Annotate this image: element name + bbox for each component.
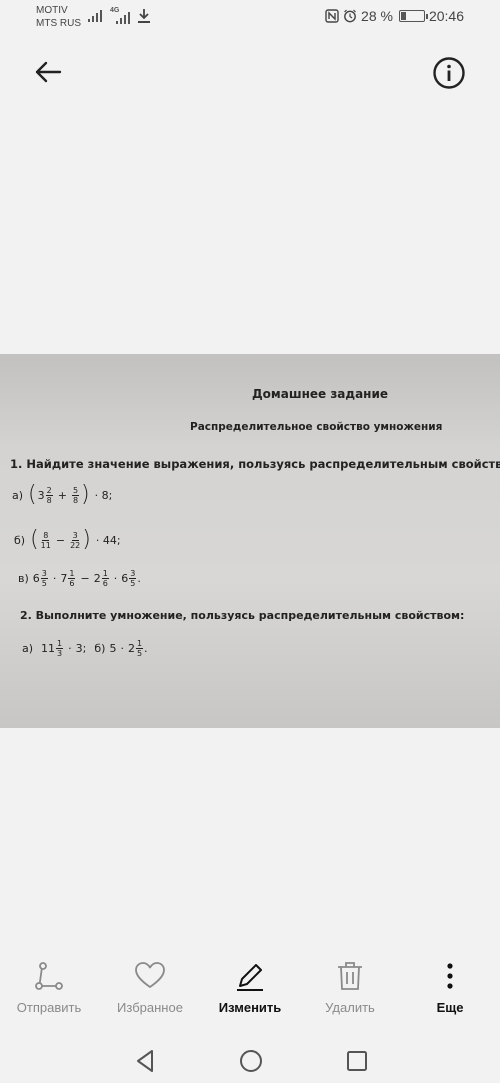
signal-icon [116, 12, 130, 24]
carrier-info: MOTIV MTS RUS [36, 4, 81, 30]
delete-label: Удалить [325, 1000, 375, 1015]
nav-back-icon[interactable] [130, 1046, 160, 1076]
trash-icon [338, 962, 362, 990]
expr-label: б) [14, 533, 26, 547]
download-icon [138, 9, 150, 23]
expr-label: а) [22, 642, 34, 655]
task-2: 2. Выполните умножение, пользуясь распре… [20, 609, 465, 622]
heart-icon [135, 962, 165, 988]
battery-icon [398, 10, 428, 22]
info-icon[interactable] [432, 56, 466, 90]
expr-label: в) [18, 572, 29, 585]
expr-label: б) [94, 642, 106, 655]
alarm-icon [344, 9, 356, 23]
arrow-left-icon[interactable] [32, 56, 64, 88]
share-label: Отправить [16, 1000, 82, 1015]
expression-1b: б) (8 11 − 3 22) · 44; [14, 527, 121, 552]
nfc-icon [325, 9, 339, 23]
expr-tail: · 8; [94, 488, 113, 502]
carrier-name-2: MTS RUS [36, 18, 81, 29]
doc-title: Домашнее задание [251, 387, 389, 401]
expression-2: а) 11 1 3 · 3; б) 5 · 2 1 5. [22, 639, 148, 658]
more-vertical-icon [447, 963, 453, 989]
expr-tail: · 44; [95, 533, 121, 547]
more-button[interactable]: Еще [405, 960, 495, 1015]
expr-label: а) [12, 488, 24, 502]
action-bar: Отправить Избранное Изменить Удалить Еще [0, 960, 500, 1030]
favorite-button[interactable]: Избранное [105, 960, 195, 1015]
more-label: Еще [436, 1000, 464, 1015]
share-icon [35, 962, 63, 990]
nav-recent-icon[interactable] [342, 1046, 372, 1076]
system-nav-bar [0, 1040, 500, 1083]
signal-icon [88, 10, 102, 22]
battery-percent: 28 % [361, 8, 393, 24]
favorite-label: Избранное [117, 1000, 183, 1015]
doc-subtitle: Распределительное свойство умножения [190, 421, 443, 433]
edit-button[interactable]: Изменить [205, 960, 295, 1015]
delete-button[interactable]: Удалить [305, 960, 395, 1015]
status-right: 28 % 20:46 [325, 8, 464, 24]
share-button[interactable]: Отправить [4, 960, 94, 1015]
carrier-name-1: MOTIV [36, 5, 68, 16]
battery-fill [400, 12, 406, 20]
nav-home-icon[interactable] [236, 1046, 266, 1076]
task-1: 1. Найдите значение выражения, пользуясь… [10, 457, 500, 471]
photo-image: Домашнее задание Распределительное свойс… [0, 354, 500, 728]
expression-1a: а) (3 2 8 + 5 8) · 8; [12, 482, 113, 507]
edit-label: Изменить [218, 1000, 282, 1015]
status-bar: MOTIV MTS RUS 4G 28 % 20:46 [0, 0, 500, 34]
pencil-icon [237, 964, 263, 991]
expression-1c: в) 6 3 5 · 7 1 6− 2 1 6 · 635. [18, 569, 141, 588]
clock: 20:46 [428, 8, 464, 24]
